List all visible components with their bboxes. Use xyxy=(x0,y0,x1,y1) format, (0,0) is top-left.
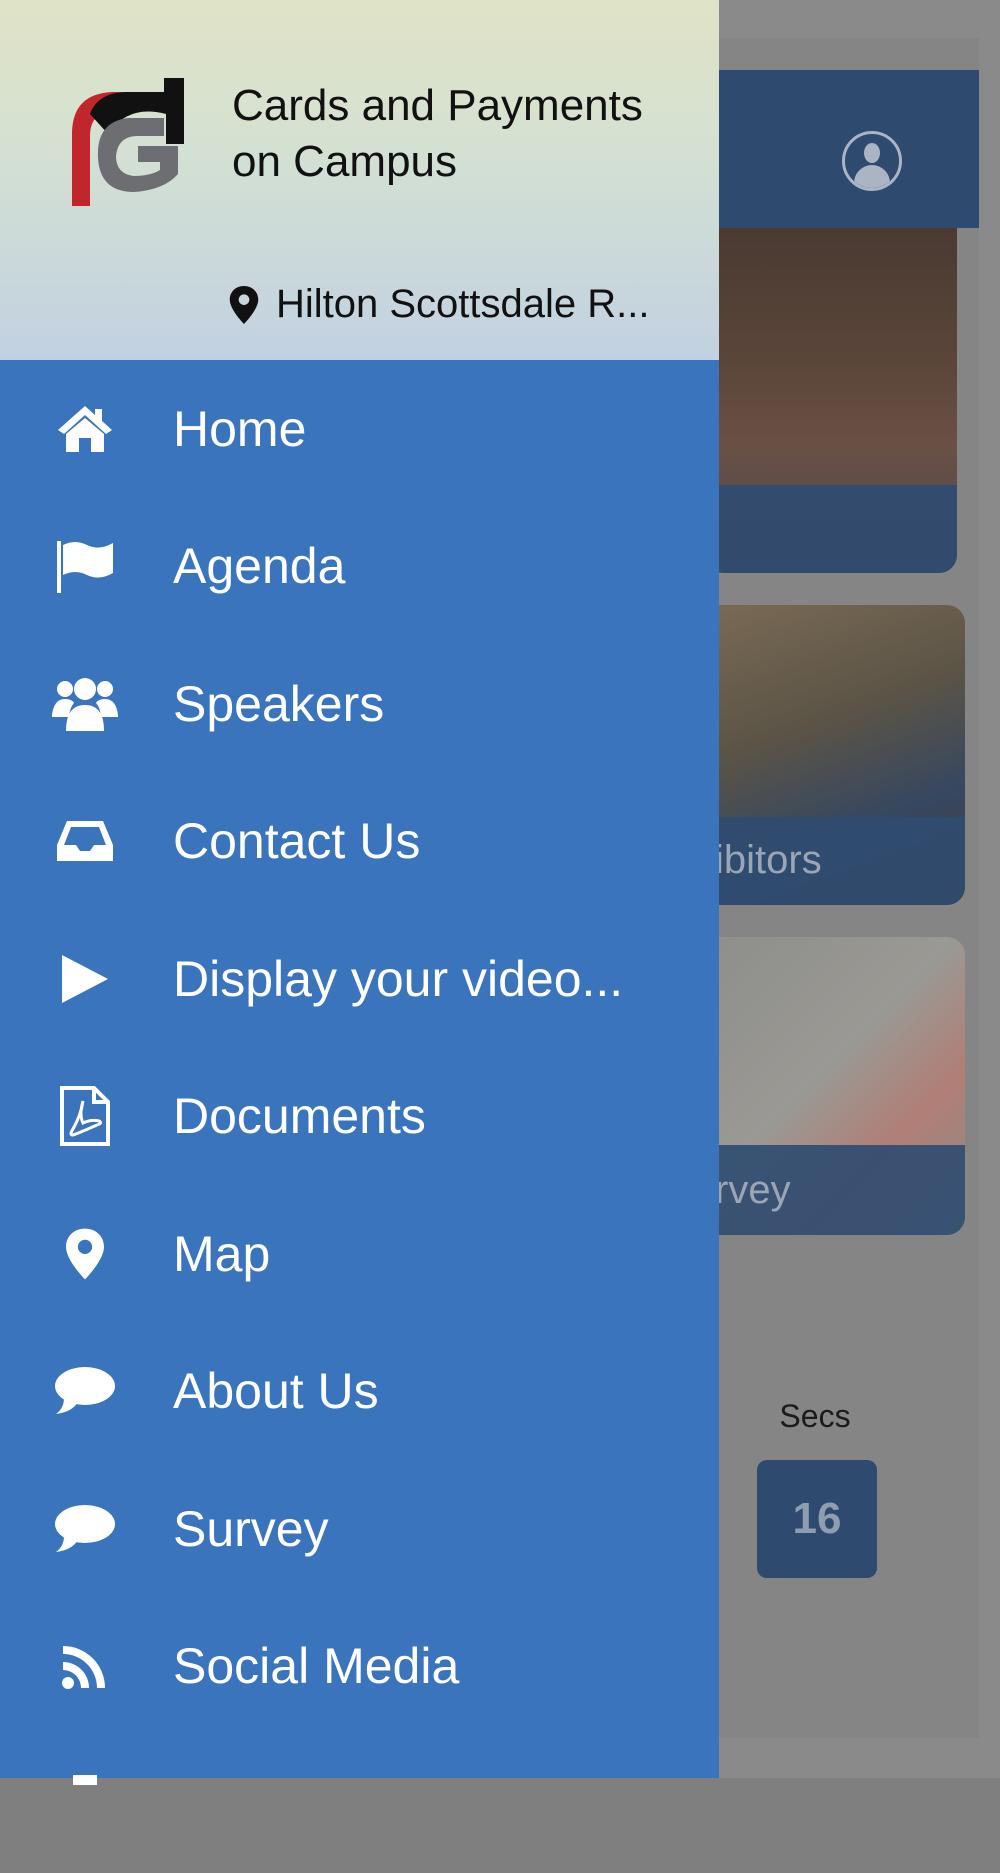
menu-item-label: Agenda xyxy=(173,538,346,595)
menu-item-documents[interactable]: Documents xyxy=(0,1048,719,1186)
users-icon xyxy=(50,674,120,734)
menu-item-map[interactable]: Map xyxy=(0,1185,719,1323)
menu-item-speakers[interactable]: Speakers xyxy=(0,635,719,773)
drawer-header: Cards and Payments on Campus Hilton Scot… xyxy=(0,0,719,360)
play-icon xyxy=(50,949,120,1009)
rss-icon xyxy=(50,1636,120,1696)
inbox-icon xyxy=(50,811,120,871)
menu-item-label: Home xyxy=(173,400,307,457)
map-marker-icon xyxy=(50,1224,120,1284)
pdf-icon xyxy=(50,1086,120,1147)
menu-item-agenda[interactable]: Agenda xyxy=(0,498,719,636)
event-location-text: Hilton Scottsdale R... xyxy=(276,282,650,326)
event-location: Hilton Scottsdale R... xyxy=(228,282,650,327)
background-card-exhibitors: ibitors xyxy=(705,605,965,905)
background-card-label: rvey xyxy=(715,1168,791,1212)
countdown-secs-value: 16 xyxy=(757,1460,877,1578)
menu-item-partial[interactable] xyxy=(0,1735,719,1873)
menu-item-label: Speakers xyxy=(173,675,385,732)
menu-item-label: Survey xyxy=(173,1500,329,1557)
menu-item-home[interactable]: Home xyxy=(0,360,719,498)
partial-icon xyxy=(50,1725,120,1785)
menu-item-about-us[interactable]: About Us xyxy=(0,1323,719,1461)
event-logo xyxy=(72,78,184,206)
comment-icon xyxy=(50,1499,120,1559)
menu-item-label: Display your video... xyxy=(173,950,624,1007)
background-card-survey: rvey xyxy=(705,937,965,1235)
background-navbar xyxy=(705,70,979,228)
menu-item-contact-us[interactable]: Contact Us xyxy=(0,773,719,911)
menu-item-label: About Us xyxy=(173,1363,379,1420)
comment-icon xyxy=(50,1361,120,1421)
menu-item-label: Social Media xyxy=(173,1638,460,1695)
background-card-label: ibitors xyxy=(715,838,822,882)
menu-item-label: Map xyxy=(173,1225,271,1282)
drawer-menu: Home Agenda Speakers Contact Us Display … xyxy=(0,360,719,1873)
flag-icon xyxy=(50,536,120,596)
menu-item-survey[interactable]: Survey xyxy=(0,1460,719,1598)
navigation-drawer: Cards and Payments on Campus Hilton Scot… xyxy=(0,0,719,1785)
menu-item-social-media[interactable]: Social Media xyxy=(0,1598,719,1736)
menu-item-label: Contact Us xyxy=(173,813,421,870)
countdown-secs-label: Secs xyxy=(779,1398,851,1434)
background-card-photo xyxy=(705,228,957,573)
menu-item-label: Documents xyxy=(173,1088,426,1145)
menu-item-display-video[interactable]: Display your video... xyxy=(0,910,719,1048)
event-title: Cards and Payments on Campus xyxy=(232,81,643,186)
map-marker-icon xyxy=(229,285,259,324)
user-profile-icon xyxy=(842,131,902,191)
home-icon xyxy=(50,399,120,459)
